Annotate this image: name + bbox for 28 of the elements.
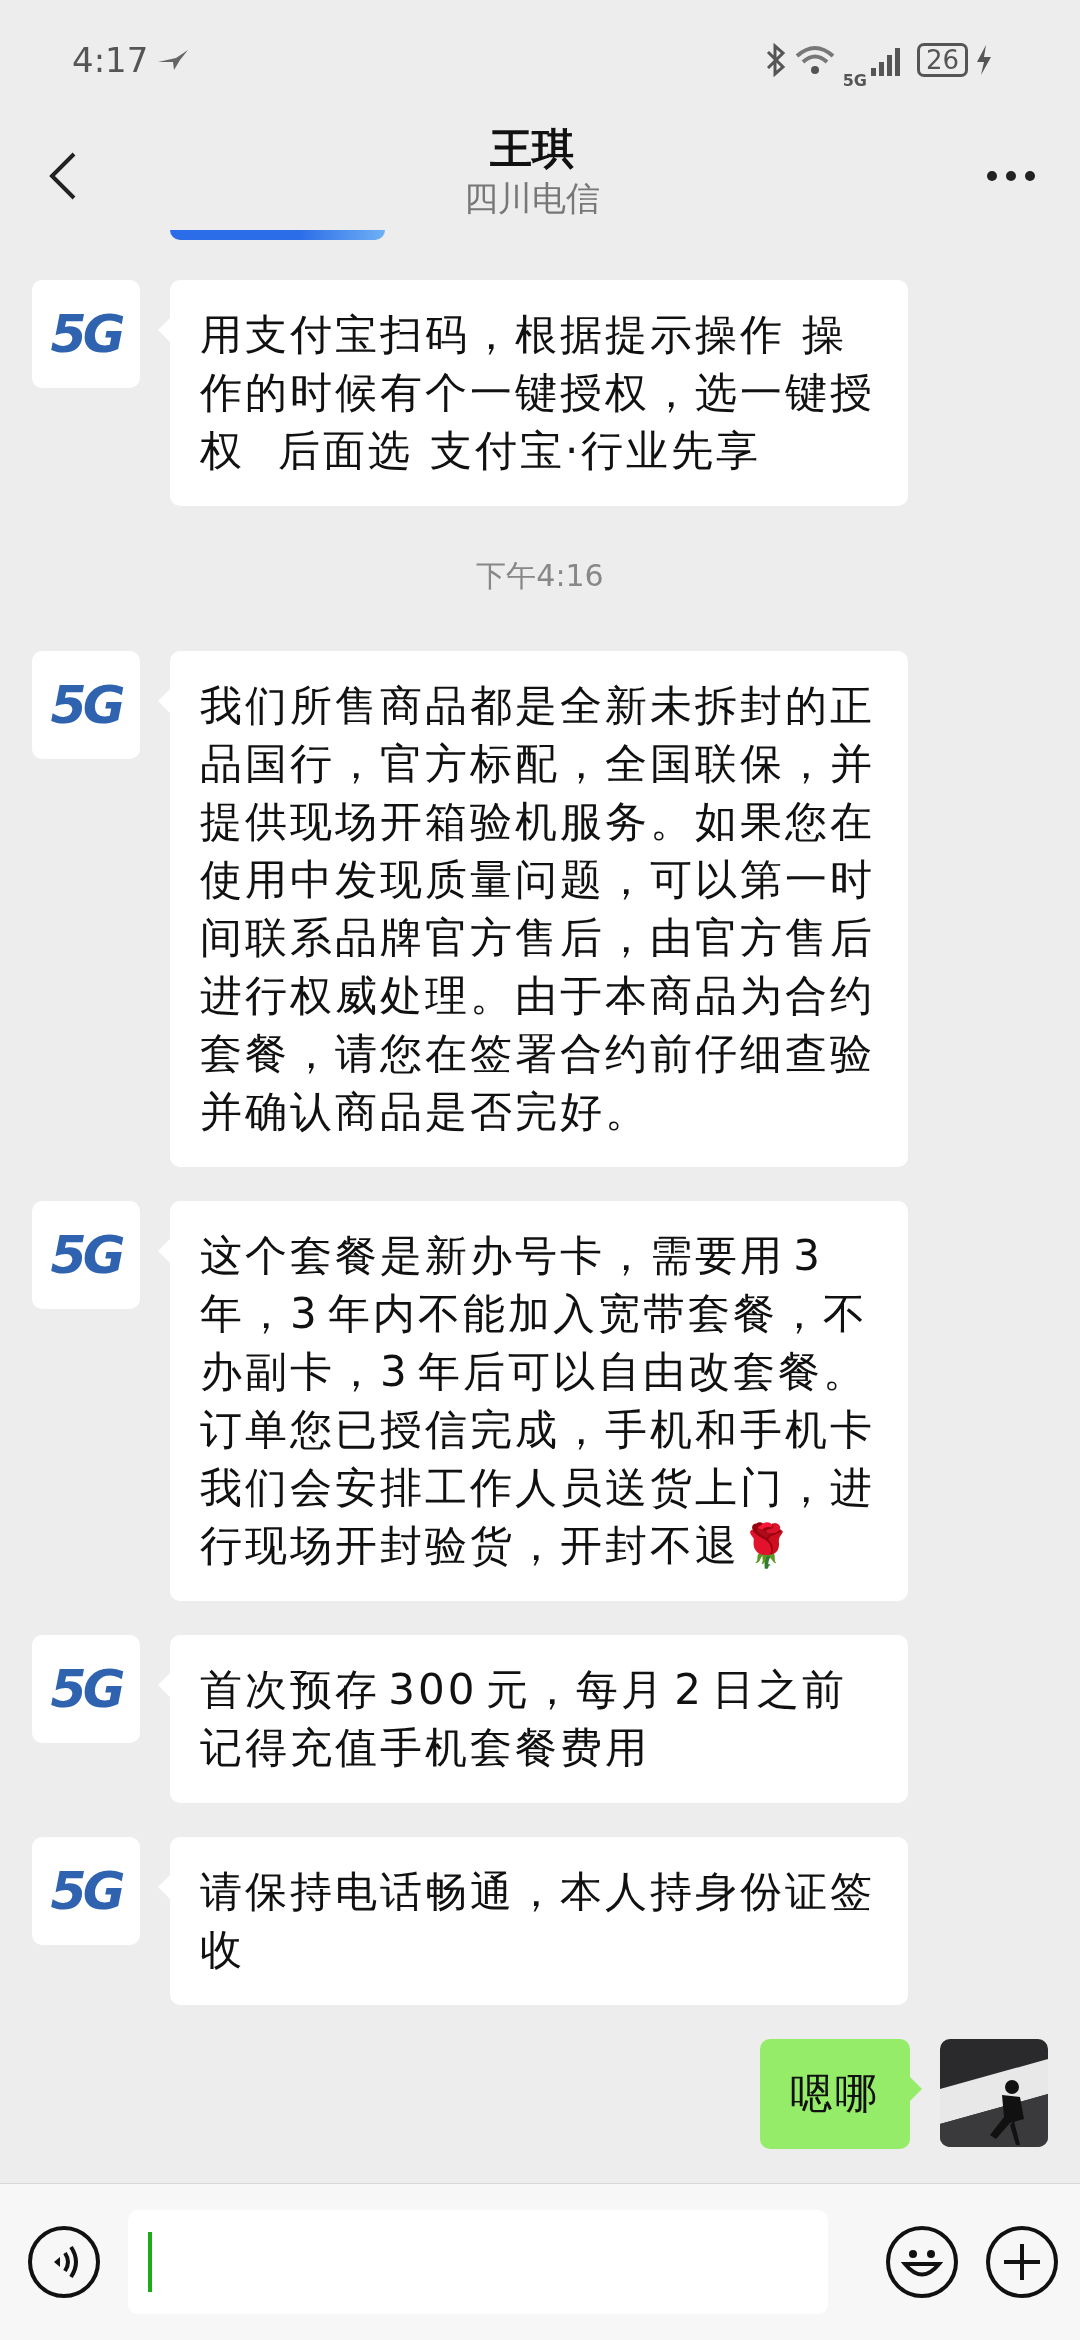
message-text: 请保持电话畅通，本人持身份证签收 [200, 1867, 875, 1974]
timestamp: 下午4:16 [476, 557, 604, 595]
message-text: 嗯哪 [790, 2069, 880, 2118]
message-input[interactable] [128, 2210, 828, 2314]
clock-time: 4:17 [72, 40, 149, 80]
charging-icon [976, 45, 992, 75]
contact-name: 王琪 [490, 123, 574, 175]
wifi-icon [794, 44, 835, 76]
message-text: 我们所售商品都是全新未拆封的正品国行，官方标配，全国联保，并提供现场开箱验机服务。如果您在使用中发现质量问题，可以第一时间联系品牌官方售后，由官方售后进行权威处理。由于本商品为合约套餐，请您在签署合约前仔细查验并确认商品是否完好。 [200, 681, 875, 1136]
carrier-logo[interactable]: 5G [32, 1837, 140, 1945]
contact-carrier: 四川电信 [464, 177, 600, 220]
card-edge[interactable] [170, 230, 385, 240]
carrier-logo[interactable]: 5G [32, 280, 140, 388]
network-label: 5G [842, 70, 867, 90]
emoji-button[interactable] [886, 2226, 958, 2298]
message-text: 用支付宝扫码，根据提示操作 操作的时候有个一键授权，选一键授权 后面选 支付宝·行业先享 [200, 310, 875, 475]
battery-level: 26 [916, 43, 968, 77]
carrier-logo[interactable]: 5G [32, 651, 140, 759]
carrier-logo[interactable]: 5G [32, 1635, 140, 1743]
text-cursor [148, 2232, 152, 2292]
carrier-logo[interactable]: 5G [32, 1201, 140, 1309]
plus-button[interactable] [986, 2226, 1058, 2298]
more-icon [986, 170, 1036, 182]
back-icon [48, 151, 78, 201]
voice-button[interactable] [28, 2226, 100, 2298]
message-text: 首次预存 300 元，每月 2 日之前记得充值手机套餐费用 [200, 1665, 848, 1772]
bluetooth-icon [764, 43, 787, 77]
message-text: 这个套餐是新办号卡，需要用 3 年，3 年内不能加入宽带套餐，不办副卡，3 年后可以自由改套餐。订单您已授信完成，手机和手机卡我们会安排工作人员送货上门，进行现场开封验货，开封不退🌹 [200, 1231, 875, 1570]
